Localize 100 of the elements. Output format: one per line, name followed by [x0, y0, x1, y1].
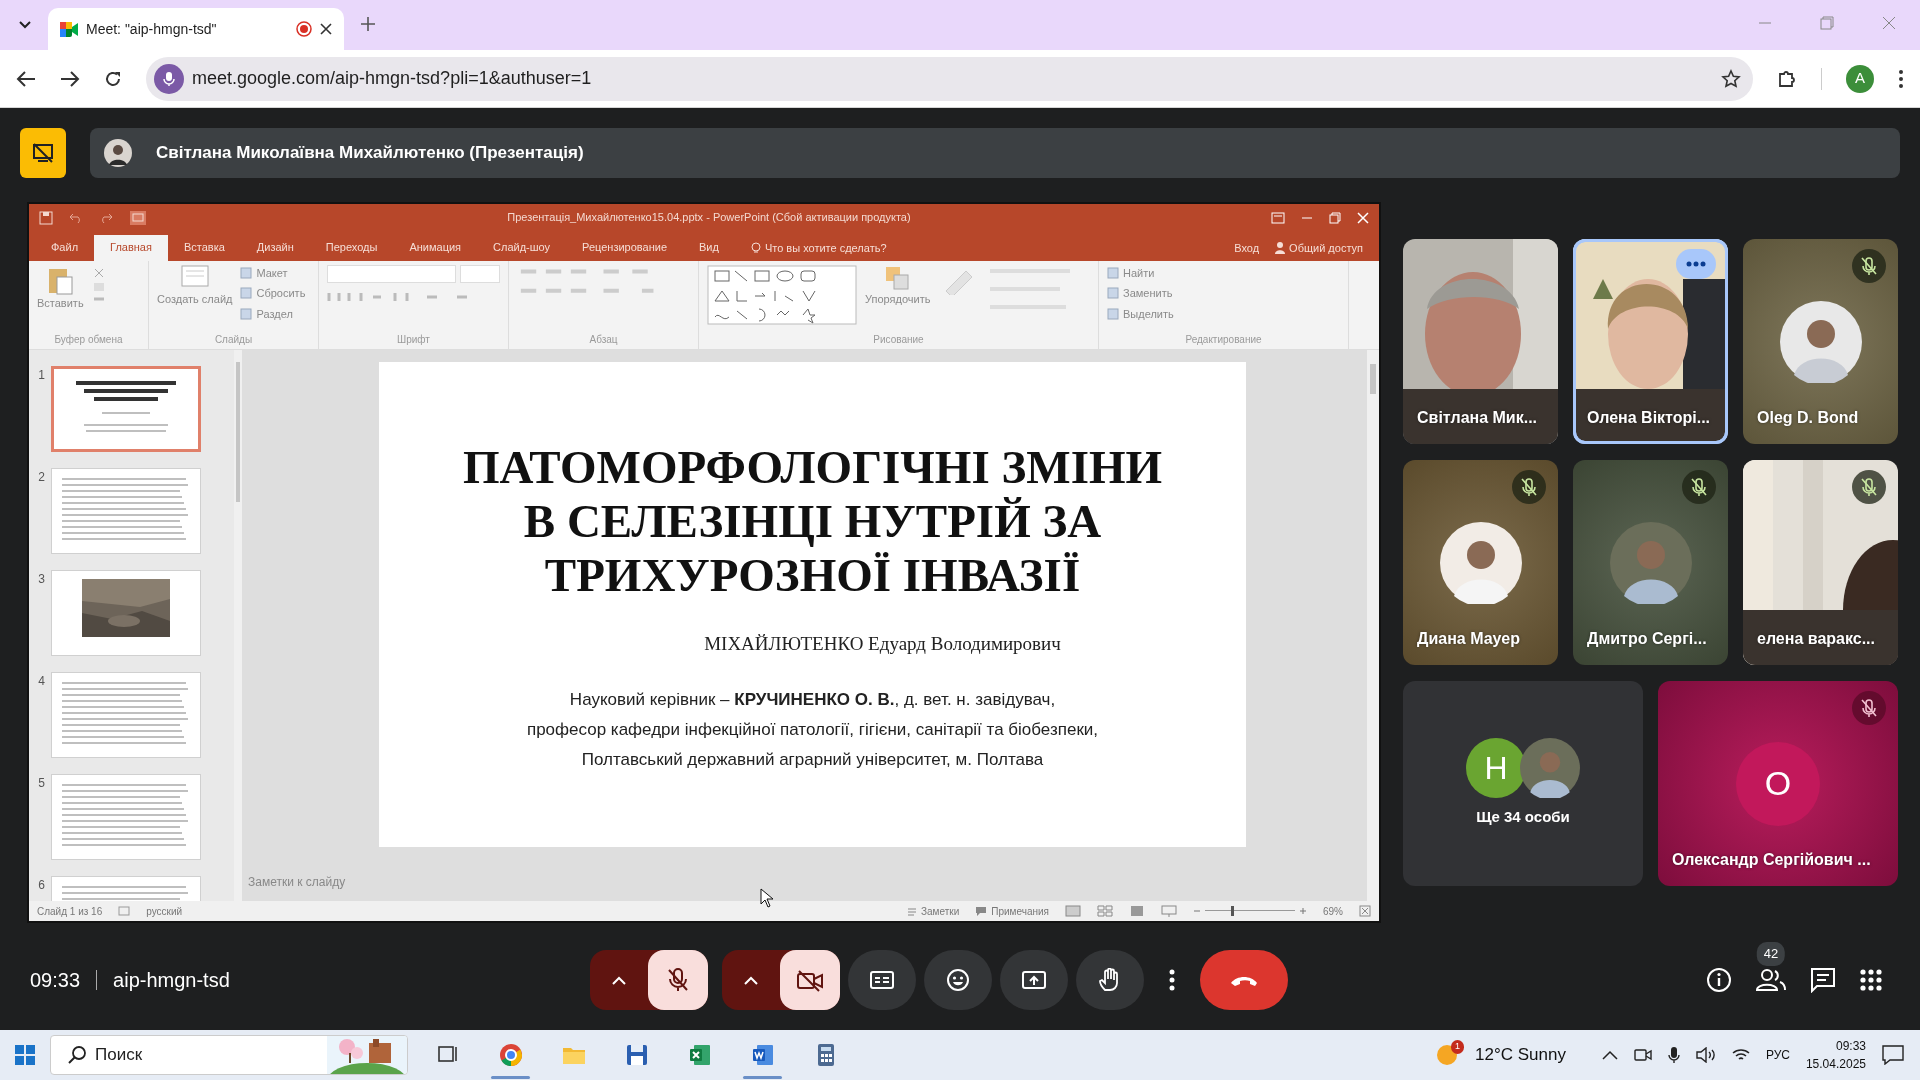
ribbon-command[interactable]: Раздел: [256, 305, 293, 323]
ribbon-tab[interactable]: Вставка: [167, 234, 241, 261]
ribbon-options-icon[interactable]: [1271, 211, 1285, 224]
speaker-icon[interactable]: [1695, 1047, 1716, 1063]
profile-avatar[interactable]: A: [1846, 64, 1874, 93]
search-field[interactable]: Поиск: [50, 1035, 408, 1075]
ribbon-command[interactable]: Заменить: [1123, 285, 1173, 302]
windows-start-icon[interactable]: [15, 1045, 35, 1065]
font-size-field[interactable]: [460, 264, 500, 283]
ribbon-tab[interactable]: Дизайн: [240, 234, 310, 261]
arrange-button[interactable]: Упорядочить: [865, 290, 931, 308]
camera-off-button[interactable]: [780, 950, 840, 1010]
layout-icon[interactable]: [240, 287, 253, 300]
normal-view-icon[interactable]: [1065, 905, 1081, 918]
slideshow-view-icon[interactable]: [1161, 905, 1177, 918]
smiley-icon: [946, 968, 970, 992]
participants-overflow-tile[interactable]: Н Ще 34 особи: [1403, 681, 1643, 886]
shapes-gallery-icon[interactable]: [707, 264, 857, 325]
sign-in-link[interactable]: Вход: [1234, 240, 1260, 257]
layout-icon[interactable]: [240, 266, 253, 279]
redo-icon[interactable]: [99, 211, 113, 224]
save-icon[interactable]: [39, 210, 53, 225]
spelling-icon[interactable]: [118, 906, 131, 917]
participant-name: Дмитро Сергі...: [1587, 629, 1707, 649]
person-icon: [1275, 242, 1286, 255]
avatar-icon: [1609, 521, 1692, 604]
ribbon-tab[interactable]: Переходы: [309, 234, 394, 261]
share-button[interactable]: Общий доступ: [1289, 240, 1363, 257]
zoom-level[interactable]: 69%: [1323, 903, 1343, 919]
chat-icon[interactable]: [1810, 967, 1836, 993]
slide-text: Науковий керівник – КРУЧИНЕНКО О. В., д. вет. н. завідувач,: [568, 689, 1057, 711]
arrange-icon[interactable]: [883, 264, 912, 291]
camera-in-use-icon[interactable]: [1633, 1047, 1652, 1063]
paste-button[interactable]: Вставить: [37, 294, 84, 312]
chevron-up-icon[interactable]: [1601, 1050, 1618, 1060]
ribbon-tab[interactable]: Слайд-шоу: [477, 234, 567, 261]
slideshow-icon[interactable]: [129, 209, 147, 226]
tell-me-field[interactable]: Что вы хотите сделать?: [764, 240, 887, 257]
clock-time[interactable]: 09:33: [1835, 1037, 1866, 1055]
restore-icon[interactable]: [1820, 16, 1834, 30]
layout-icon[interactable]: [240, 307, 253, 320]
new-slide-button[interactable]: Создать слайд: [157, 290, 233, 308]
notes-icon: [907, 906, 917, 917]
back-arrow-icon[interactable]: [16, 69, 36, 88]
info-icon[interactable]: [1706, 967, 1732, 993]
reading-view-icon[interactable]: [1129, 905, 1145, 918]
wifi-icon[interactable]: [1731, 1047, 1750, 1063]
caret-up-icon: [612, 975, 626, 986]
notes-placeholder[interactable]: Заметки к слайду: [242, 861, 1367, 892]
input-language[interactable]: РУС: [1765, 1046, 1790, 1064]
participant-name: Світлана Мик...: [1417, 408, 1538, 428]
new-tab-button[interactable]: [360, 16, 376, 32]
ribbon-group-label: Шрифт: [396, 333, 431, 348]
language-indicator[interactable]: русский: [146, 903, 183, 919]
extension-icon[interactable]: [1777, 68, 1797, 89]
spreadsheet-app-icon: [687, 1043, 712, 1067]
edit-command-icon[interactable]: [1107, 287, 1119, 300]
lightbulb-icon: [750, 242, 761, 255]
weather-text[interactable]: 12°C Sunny: [1475, 1042, 1566, 1068]
plus-icon: [360, 16, 376, 32]
zoom-slider[interactable]: [1205, 906, 1295, 917]
end-call-button[interactable]: [1200, 950, 1288, 1010]
ribbon-tab[interactable]: Рецензирование: [566, 234, 684, 261]
more-options-icon[interactable]: [1898, 68, 1904, 89]
people-icon[interactable]: [1756, 968, 1786, 992]
tab-title: Meet: "aip-hmgn-tsd": [86, 19, 218, 39]
edit-command-icon[interactable]: [1107, 307, 1119, 320]
avatar-initial: О: [1736, 741, 1820, 826]
forward-arrow-icon[interactable]: [60, 69, 80, 88]
ribbon-command[interactable]: Выделить: [1123, 305, 1174, 323]
apps-grid-icon[interactable]: [1860, 969, 1882, 991]
ribbon-tab[interactable]: Анимация: [393, 234, 478, 261]
ribbon-group-label: Буфер обмена: [53, 333, 124, 348]
comments-button[interactable]: Примечания: [991, 903, 1049, 919]
clock-date[interactable]: 15.04.2025: [1805, 1055, 1866, 1073]
fit-slide-icon[interactable]: [1359, 905, 1371, 918]
document-app-icon: [750, 1043, 775, 1067]
plus-icon[interactable]: [1299, 907, 1307, 916]
undo-icon[interactable]: [69, 211, 83, 224]
restore-icon[interactable]: [1329, 211, 1341, 224]
notifications-icon[interactable]: [1882, 1045, 1904, 1065]
address-bar[interactable]: meet.google.com/aip-hmgn-tsd?pli=1&authuser=1: [146, 56, 1753, 101]
scrollbar[interactable]: [1367, 350, 1379, 902]
ribbon-command[interactable]: Найти: [1123, 264, 1155, 282]
scrollbar[interactable]: [234, 350, 242, 902]
ribbon-tab[interactable]: Файл: [35, 234, 95, 261]
ribbon-tab[interactable]: Вид: [683, 234, 735, 261]
sorter-view-icon[interactable]: [1097, 905, 1113, 918]
star-icon[interactable]: [1721, 68, 1741, 89]
ribbon-command[interactable]: Макет: [256, 264, 288, 282]
microphone-icon[interactable]: [1667, 1046, 1680, 1064]
browser-tab[interactable]: Meet: "aip-hmgn-tsd": [48, 8, 344, 50]
ribbon-command[interactable]: Сбросить: [256, 285, 306, 302]
close-icon[interactable]: [320, 23, 332, 35]
reload-icon[interactable]: [104, 69, 122, 88]
notes-button[interactable]: Заметки: [921, 903, 960, 919]
microphone-off-button[interactable]: [648, 950, 708, 1010]
ribbon-tab[interactable]: Главная: [94, 234, 168, 261]
font-name-field[interactable]: [327, 264, 456, 283]
edit-command-icon[interactable]: [1107, 266, 1119, 279]
